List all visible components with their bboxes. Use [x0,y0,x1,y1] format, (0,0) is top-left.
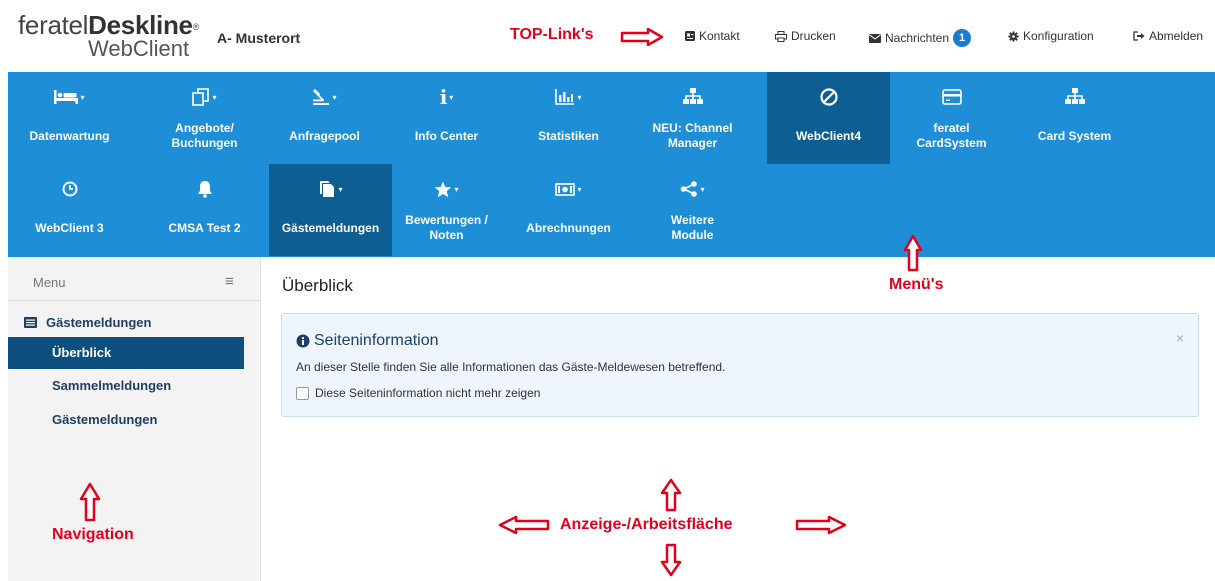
menu-item-feratel-cardsystem[interactable]: feratel CardSystem [890,72,1013,164]
menu-item-webclient3[interactable]: WebClient 3 [8,164,131,256]
info-icon: i ▾ [439,85,454,109]
sign-out-icon [1133,31,1145,41]
annotation-arrow-up-icon [660,478,682,512]
sidebar-title: Menu [33,275,66,290]
toplink-konfiguration[interactable]: Konfiguration [1008,29,1094,43]
menu-item-label: Card System [1037,128,1112,143]
menu-item-datenwartung[interactable]: ▾ Datenwartung [8,72,131,164]
sidebar-navigation: Menu ≡ Gästemeldungen Überblick Sammelme… [8,257,261,581]
toplink-kontakt[interactable]: Kontakt [685,29,740,43]
money-icon: ▾ [507,178,630,200]
inquiry-icon: ▾ [263,86,386,108]
toplink-nachrichten[interactable]: Nachrichten 1 [869,29,972,47]
menu-item-card-system[interactable]: Card System [1013,72,1136,164]
annotation-arrow-right-icon [620,28,664,46]
menu-item-label: Bewertungen / Noten [405,213,488,242]
menu-item-label: Anfragepool [289,128,360,143]
offers-icon: ▾ [143,86,266,108]
credit-card-icon [890,86,1013,108]
menu-item-label: Datenwartung [29,128,110,143]
sidebar-header: Menu ≡ [8,257,261,301]
close-icon[interactable]: × [1176,330,1184,346]
menu-item-label: Statistiken [538,128,599,143]
toplink-drucken-label: Drucken [791,29,836,43]
hide-info-checkbox[interactable]: Diese Seiteninformation nicht mehr zeige… [296,386,540,400]
sidebar-item-gaestemeldungen[interactable]: Gästemeldungen [8,404,244,436]
checkbox-label: Diese Seiteninformation nicht mehr zeige… [315,386,541,400]
menu-item-cmsa-test2[interactable]: CMSA Test 2 [143,164,266,256]
logo-text-feratel: feratel [18,10,89,40]
annotation-arrow-right-icon [795,515,847,535]
menu-item-label: feratel CardSystem [916,121,987,150]
message-count-badge: 1 [953,29,972,47]
location-name: A- Musterort [217,30,301,46]
sidebar-item-sammelmeldungen[interactable]: Sammelmeldungen [8,370,244,402]
hamburger-icon[interactable]: ≡ [225,273,234,290]
annotation-arrow-up-icon [903,234,923,272]
sidebar-group-label: Gästemeldungen [46,315,152,330]
list-icon [24,317,37,328]
annotation-arrow-down-icon [660,543,682,577]
menu-item-gaestemeldungen[interactable]: ▾ Gästemeldungen [269,164,392,256]
toplink-abmelden[interactable]: Abmelden [1133,29,1203,43]
toplink-abmelden-label: Abmelden [1149,29,1204,43]
star-icon: ▾ [385,178,508,200]
sidebar-item-ueberblick[interactable]: Überblick [8,337,244,369]
info-circle-icon [296,334,310,348]
menu-item-abrechnungen[interactable]: ▾ Abrechnungen [507,164,630,256]
menu-item-info-center[interactable]: i ▾ Info Center [385,72,508,164]
annotation-navigation: Navigation [52,526,134,543]
logo-registered: ® [192,22,200,32]
annotation-arrow-up-icon [79,482,101,522]
documents-icon: ▾ [269,178,392,200]
menu-item-label: Gästemeldungen [281,220,380,235]
toplink-drucken[interactable]: Drucken [775,29,836,43]
bell-icon [143,178,266,200]
info-box-title-text: Seiteninformation [314,332,439,349]
toplink-konfiguration-label: Konfiguration [1023,29,1094,43]
menu-item-label: Angebote/ Buchungen [171,121,238,150]
logo[interactable]: feratelDeskline® WebClient [18,12,208,62]
share-icon: ▾ [631,178,754,200]
header: feratelDeskline® WebClient A- Musterort … [0,0,1215,72]
gear-icon [1008,30,1019,42]
menu-item-channel-manager[interactable]: NEU: Channel Manager [631,72,754,164]
menu-item-label: CMSA Test 2 [168,220,241,235]
menu-item-label: WebClient4 [795,128,862,143]
menu-item-label: Weitere Module [670,213,715,242]
page-title: Überblick [282,276,353,295]
sitemap-icon [631,86,754,108]
bar-chart-icon: ▾ [507,86,630,108]
main-menu: ▾ Datenwartung ▾ Angebote/ Buchungen ▾ A… [8,72,1215,257]
annotation-menus: Menü's [889,276,944,293]
annotation-toplinks: TOP-Link's [510,26,594,43]
print-icon [775,30,787,42]
menu-item-label: WebClient 3 [35,220,104,235]
menu-item-weitere-module[interactable]: ▾ Weitere Module [631,164,754,256]
page-info-box: Seiteninformation An dieser Stelle finde… [281,313,1199,417]
menu-item-label: Abrechnungen [526,220,611,235]
checkbox-box[interactable] [296,386,309,400]
menu-item-label: NEU: Channel Manager [652,121,733,150]
bed-icon: ▾ [8,86,131,108]
ban-icon [767,86,890,108]
menu-item-webclient4[interactable]: WebClient4 [767,72,890,164]
clock-icon [8,178,131,200]
menu-item-angebote-buchungen[interactable]: ▾ Angebote/ Buchungen [143,72,266,164]
logo-text-webclient: WebClient [88,36,190,61]
menu-item-statistiken[interactable]: ▾ Statistiken [507,72,630,164]
sidebar-group-gaestemeldungen[interactable]: Gästemeldungen [24,315,151,330]
menu-item-anfragepool[interactable]: ▾ Anfragepool [263,72,386,164]
info-box-title: Seiteninformation [296,332,439,350]
envelope-icon [869,33,881,43]
sitemap-icon [1013,86,1136,108]
toplink-kontakt-label: Kontakt [699,29,740,43]
info-box-text: An dieser Stelle finden Sie alle Informa… [296,360,726,374]
menu-item-bewertungen[interactable]: ▾ Bewertungen / Noten [385,164,508,256]
contact-card-icon [685,31,695,41]
toplink-nachrichten-label: Nachrichten [885,31,950,45]
annotation-workarea: Anzeige-/Arbeitsfläche [560,516,733,533]
menu-item-label: Info Center [414,128,479,143]
annotation-arrow-left-icon [498,515,550,535]
